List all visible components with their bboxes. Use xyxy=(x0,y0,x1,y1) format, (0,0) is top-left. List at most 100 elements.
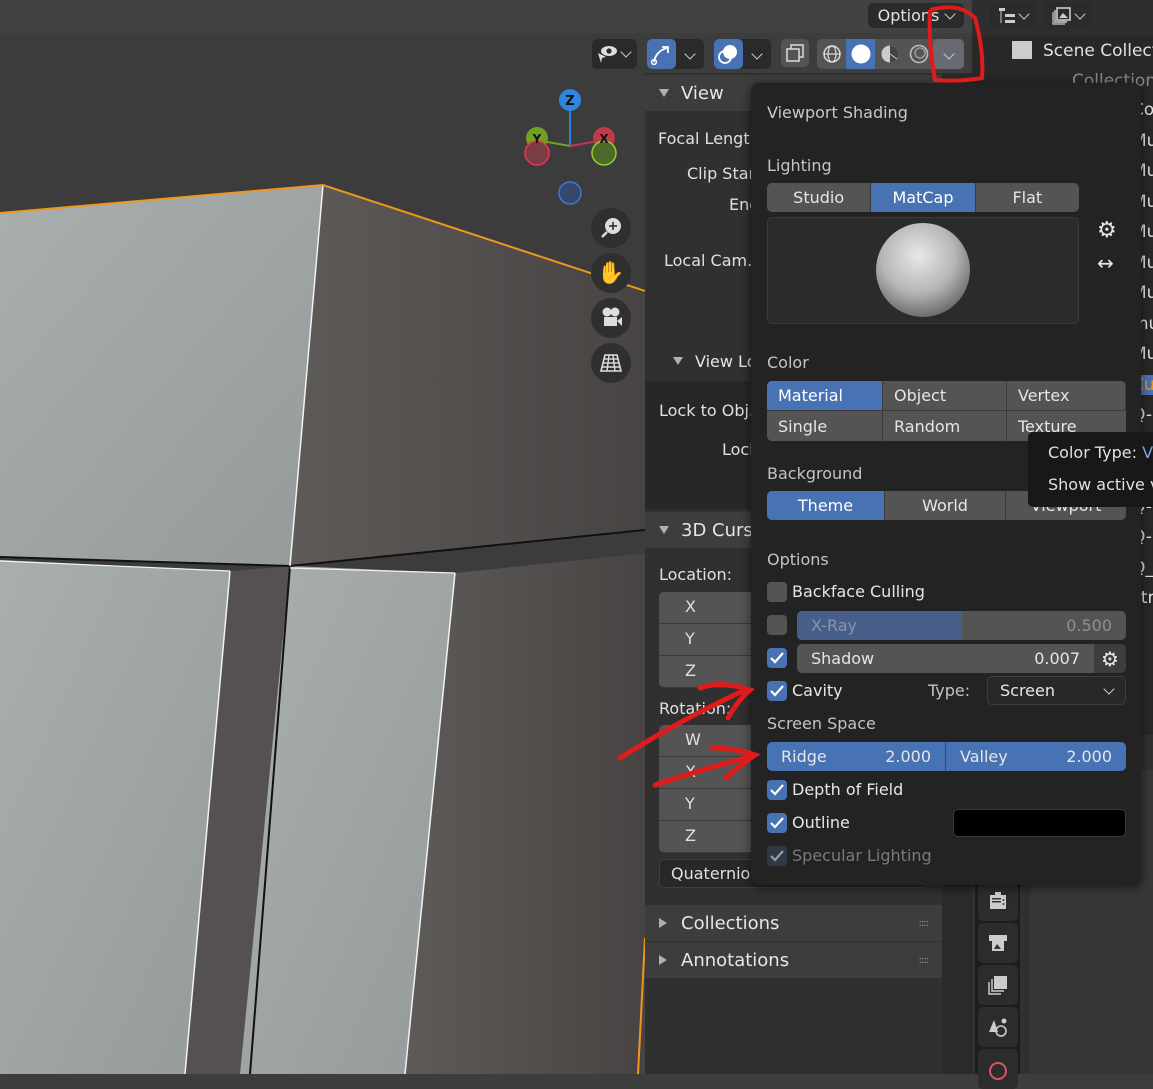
tab-view-layer[interactable] xyxy=(978,965,1018,1005)
color-material-button[interactable]: Material xyxy=(767,381,883,411)
rendered-shading-icon xyxy=(909,44,928,64)
screen-space-label: Screen Space xyxy=(767,714,876,733)
object-visibility-icon xyxy=(592,39,622,69)
perspective-toggle-button[interactable] xyxy=(591,343,631,383)
backface-culling-label: Backface Culling xyxy=(792,582,925,601)
visibility-dropdown[interactable] xyxy=(592,39,637,69)
outliner-filter-button[interactable] xyxy=(1044,2,1092,29)
gizmo-icon[interactable] xyxy=(647,39,676,69)
collapsed-triangle-icon xyxy=(659,955,667,965)
scene-collection-label[interactable]: Scene Collection xyxy=(1043,41,1153,61)
xray-alpha-slider[interactable]: X-Ray 0.500 xyxy=(797,611,1126,640)
gizmo-toggle-group[interactable] xyxy=(647,39,704,69)
tab-render[interactable] xyxy=(978,881,1018,921)
scene-icon xyxy=(989,1018,1007,1037)
depth-of-field-checkbox[interactable] xyxy=(767,780,787,800)
outline-checkbox[interactable] xyxy=(767,813,787,833)
chevron-down-icon xyxy=(620,46,632,58)
local-camera-label: Local Cam... xyxy=(664,251,763,270)
matcap-preview[interactable] xyxy=(767,217,1079,324)
color-vertex-button[interactable]: Vertex xyxy=(1007,381,1126,411)
drag-handle-icon[interactable]: :::: xyxy=(919,918,930,929)
overlay-dropdown[interactable] xyxy=(743,39,772,69)
tooltip-description: Show active v xyxy=(1048,475,1153,494)
view-layer-icon xyxy=(988,976,1007,995)
collections-title: Collections xyxy=(681,912,780,934)
zoom-view-button[interactable] xyxy=(591,208,631,248)
tab-scene[interactable] xyxy=(978,1007,1018,1047)
cavity-type-dropdown[interactable]: Screen xyxy=(987,676,1126,705)
color-object-button[interactable]: Object xyxy=(883,381,1007,411)
color-random-button[interactable]: Random xyxy=(883,411,1007,441)
wireframe-shading-icon xyxy=(822,45,841,63)
location-label: Location: xyxy=(659,565,733,584)
gizmo-neg-z-axis xyxy=(558,181,582,205)
outliner-filter-icon xyxy=(1052,6,1071,25)
tooltip-title: Color Type: V xyxy=(1048,443,1153,462)
chevron-down-icon xyxy=(942,48,955,60)
camera-view-button[interactable] xyxy=(591,298,631,338)
backface-culling-checkbox[interactable] xyxy=(767,582,787,602)
solid-shading-icon xyxy=(851,44,870,64)
tab-output[interactable] xyxy=(978,923,1018,963)
color-single-button[interactable]: Single xyxy=(767,411,883,441)
svg-text:X: X xyxy=(599,132,609,146)
collection-icon xyxy=(1012,41,1032,59)
rendered-shading-button[interactable] xyxy=(904,39,933,69)
chevron-down-icon xyxy=(944,7,957,20)
shading-options-dropdown[interactable] xyxy=(933,39,964,69)
valley-slider[interactable]: Valley 2.000 xyxy=(946,742,1126,771)
wireframe-shading-button[interactable] xyxy=(817,39,846,69)
options-dropdown[interactable]: Options xyxy=(868,3,964,28)
shadow-intensity-slider[interactable]: Shadow 0.007 xyxy=(797,644,1094,673)
annotations-panel-header[interactable]: Annotations:::: xyxy=(645,942,942,978)
overlay-icon[interactable] xyxy=(714,39,743,69)
lighting-matcap-button[interactable]: MatCap xyxy=(871,183,976,212)
lighting-flat-button[interactable]: Flat xyxy=(976,183,1079,212)
lighting-segmented-control: Studio MatCap Flat xyxy=(767,183,1079,212)
tab-world[interactable] xyxy=(978,1049,1018,1089)
annotations-title: Annotations xyxy=(681,949,790,971)
ridge-slider[interactable]: Ridge 2.000 xyxy=(767,742,946,771)
gizmo-dropdown[interactable] xyxy=(676,39,705,69)
background-world-button[interactable]: World xyxy=(885,491,1006,520)
matcap-settings-gear-icon[interactable]: ⚙ xyxy=(1097,218,1117,243)
expand-triangle-icon xyxy=(673,357,683,365)
collections-panel-header[interactable]: Collections:::: xyxy=(645,905,942,941)
pan-view-button[interactable]: ✋ xyxy=(591,253,631,293)
3d-viewport[interactable]: Z Y X ✋ xyxy=(0,33,645,1074)
outline-color-swatch[interactable] xyxy=(953,809,1126,837)
shadow-settings-button[interactable]: ⚙ xyxy=(1094,644,1126,673)
chevron-down-icon xyxy=(1018,7,1030,20)
output-icon xyxy=(989,935,1007,951)
overlay-toggle-group[interactable] xyxy=(714,39,771,69)
svg-text:Z: Z xyxy=(565,94,574,109)
drag-handle-icon[interactable]: :::: xyxy=(919,955,930,966)
chevron-down-icon xyxy=(1103,682,1115,695)
collapsed-triangle-icon xyxy=(659,918,667,928)
navigation-gizmo[interactable]: Z Y X xyxy=(520,88,620,218)
options-label: Options xyxy=(767,550,829,569)
render-icon xyxy=(990,892,1006,909)
lighting-studio-button[interactable]: Studio xyxy=(767,183,872,212)
material-preview-shading-icon xyxy=(881,45,898,63)
movie-camera-icon xyxy=(602,307,622,326)
xray-toggle-icon xyxy=(786,44,804,62)
expand-triangle-icon xyxy=(659,89,669,97)
shadow-checkbox[interactable] xyxy=(767,648,787,668)
xray-toggle-button[interactable] xyxy=(781,39,809,67)
cavity-label: Cavity xyxy=(792,681,843,700)
background-theme-button[interactable]: Theme xyxy=(767,491,885,520)
outliner-display-mode-button[interactable] xyxy=(990,2,1036,29)
flip-matcap-icon[interactable]: ↔ xyxy=(1097,251,1114,275)
solid-shading-button[interactable] xyxy=(846,39,875,69)
view-panel-title: View xyxy=(681,82,724,104)
top-block-side-face xyxy=(290,185,645,566)
expand-triangle-icon xyxy=(659,526,669,534)
xray-checkbox[interactable] xyxy=(767,615,787,635)
material-preview-shading-button[interactable] xyxy=(875,39,904,69)
shading-mode-group[interactable] xyxy=(817,39,964,69)
specular-lighting-checkbox[interactable] xyxy=(767,846,787,866)
cavity-checkbox[interactable] xyxy=(767,681,787,701)
svg-text:Y: Y xyxy=(532,132,542,146)
